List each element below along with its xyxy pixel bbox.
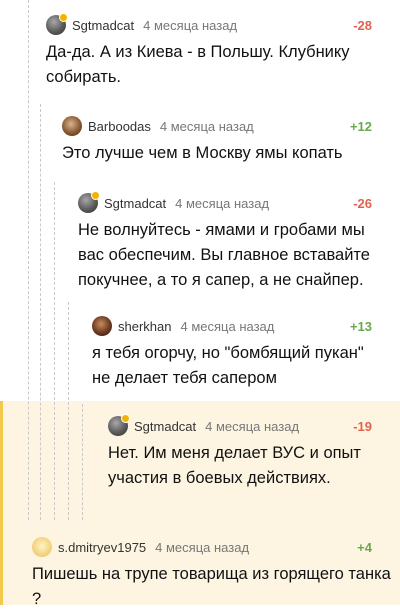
comment-text: я тебя огорчу, но "бомбящий пукан" не де… bbox=[92, 344, 364, 387]
comment-header: s.dmitryev1975 4 месяца назад bbox=[32, 536, 249, 558]
avatar[interactable] bbox=[62, 116, 82, 136]
comment-rating: -19 bbox=[353, 419, 372, 434]
timestamp[interactable]: 4 месяца назад bbox=[155, 540, 249, 555]
thread-line bbox=[40, 104, 41, 520]
comment-header: Sgtmadcat 4 месяца назад bbox=[108, 414, 299, 437]
comment-text: Нет. Им меня делает ВУС и опыт участия в… bbox=[108, 444, 361, 487]
comment-rating: -26 bbox=[353, 196, 372, 211]
comment-text: Да-да. А из Киева - в Польшу. Клубнику с… bbox=[46, 43, 350, 86]
timestamp[interactable]: 4 месяца назад bbox=[143, 18, 237, 33]
timestamp[interactable]: 4 месяца назад bbox=[205, 419, 299, 434]
username[interactable]: Sgtmadcat bbox=[104, 196, 166, 211]
thread-line bbox=[28, 0, 29, 520]
badge-dot-icon bbox=[91, 191, 100, 200]
comment-header: sherkhan 4 месяца назад bbox=[92, 315, 274, 337]
timestamp[interactable]: 4 месяца назад bbox=[160, 119, 254, 134]
username[interactable]: s.dmitryev1975 bbox=[58, 540, 146, 555]
username[interactable]: Sgtmadcat bbox=[72, 18, 134, 33]
username[interactable]: Barboodas bbox=[88, 119, 151, 134]
avatar[interactable] bbox=[46, 13, 68, 35]
comment-text: Не волнуйтесь - ямами и гробами мы вас о… bbox=[78, 221, 370, 289]
username[interactable]: Sgtmadcat bbox=[134, 419, 196, 434]
comment-header: Sgtmadcat 4 месяца назад bbox=[78, 191, 269, 214]
thread-line bbox=[82, 404, 83, 520]
thread-line bbox=[68, 302, 69, 520]
badge-dot-icon bbox=[59, 13, 68, 22]
comment-text: Это лучше чем в Москву ямы копать bbox=[62, 144, 343, 162]
timestamp[interactable]: 4 месяца назад bbox=[180, 319, 274, 334]
comment-rating: +4 bbox=[357, 540, 372, 555]
avatar[interactable] bbox=[92, 316, 112, 336]
timestamp[interactable]: 4 месяца назад bbox=[175, 196, 269, 211]
avatar[interactable] bbox=[78, 191, 100, 213]
comment-rating: +12 bbox=[349, 119, 372, 134]
username[interactable]: sherkhan bbox=[118, 319, 171, 334]
badge-dot-icon bbox=[121, 414, 130, 423]
comment-header: Sgtmadcat 4 месяца назад bbox=[46, 13, 237, 36]
thread-line bbox=[54, 182, 55, 520]
comment-rating: +13 bbox=[349, 319, 372, 334]
highlight-accent-bar bbox=[0, 401, 3, 605]
comment-header: Barboodas 4 месяца назад bbox=[62, 115, 254, 137]
avatar[interactable] bbox=[32, 537, 52, 557]
comment-rating: -28 bbox=[353, 18, 372, 33]
avatar[interactable] bbox=[108, 414, 130, 436]
